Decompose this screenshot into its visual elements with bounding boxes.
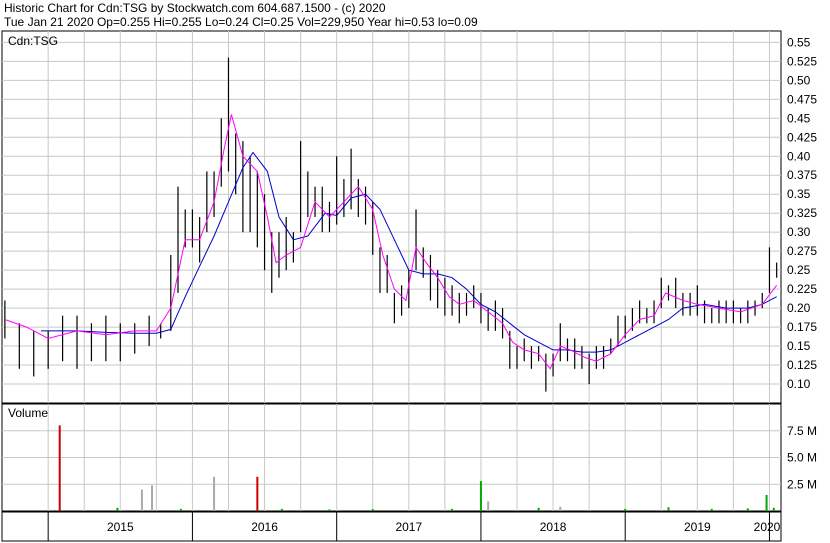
volume-bar (710, 508, 713, 511)
price-panel-frame (1, 30, 782, 404)
price-tick-label: 0.30 (787, 225, 811, 239)
volume-bar (772, 507, 775, 511)
year-label: 2019 (684, 520, 711, 534)
volume-tick-label: 2.5 M (787, 477, 817, 491)
year-label: 2018 (540, 520, 567, 534)
volume-bar (280, 508, 283, 511)
volume-bar (624, 508, 627, 511)
price-tick-label: 0.35 (787, 187, 811, 201)
stock-chart: 0.55 0.525 0.50 0.475 0.45 0.425 0.40 0.375 0.35… (1, 30, 817, 542)
price-tick-label: 0.375 (787, 168, 817, 182)
price-tick-label: 0.20 (787, 301, 811, 315)
year-label: 2017 (395, 520, 422, 534)
price-tick-label: 0.175 (787, 320, 817, 334)
price-tick-label: 0.325 (787, 206, 817, 220)
price-tick-label: 0.225 (787, 282, 817, 296)
volume-bar (559, 506, 562, 511)
price-tick-label: 0.475 (787, 92, 817, 106)
price-tick-label: 0.425 (787, 130, 817, 144)
volume-bar (256, 476, 259, 511)
volume-bar (487, 501, 490, 511)
volume-bar (746, 508, 749, 511)
volume-bar (479, 481, 482, 511)
volume-bar (140, 489, 143, 511)
volume-title: Volume (8, 406, 48, 420)
volume-bar (151, 485, 154, 511)
volume-bar (371, 509, 374, 511)
year-label: 2015 (107, 520, 134, 534)
volume-bar (667, 507, 670, 511)
year-label: 2020 (754, 520, 781, 534)
volume-bar (116, 507, 119, 511)
volume-bar (328, 509, 331, 511)
volume-bar (58, 425, 61, 511)
price-tick-label: 0.15 (787, 339, 811, 353)
volume-bar (179, 508, 182, 511)
price-tick-label: 0.55 (787, 35, 811, 49)
price-tick-label: 0.275 (787, 244, 817, 258)
price-tick-label: 0.125 (787, 358, 817, 372)
price-tick-label: 0.50 (787, 73, 811, 87)
price-tick-label: 0.525 (787, 54, 817, 68)
volume-tick-label: 5.0 M (787, 451, 817, 465)
year-label: 2016 (251, 520, 278, 534)
volume-bar (451, 508, 454, 511)
price-tick-label: 0.40 (787, 149, 811, 163)
price-tick-label: 0.25 (787, 263, 811, 277)
price-tick-label: 0.10 (787, 377, 811, 391)
price-tick-label: 0.45 (787, 111, 811, 125)
price-legend: Cdn:TSG (8, 34, 58, 48)
volume-tick-label: 7.5 M (787, 424, 817, 438)
volume-bar (537, 507, 540, 511)
volume-bar (765, 494, 768, 511)
volume-bar (213, 476, 216, 511)
